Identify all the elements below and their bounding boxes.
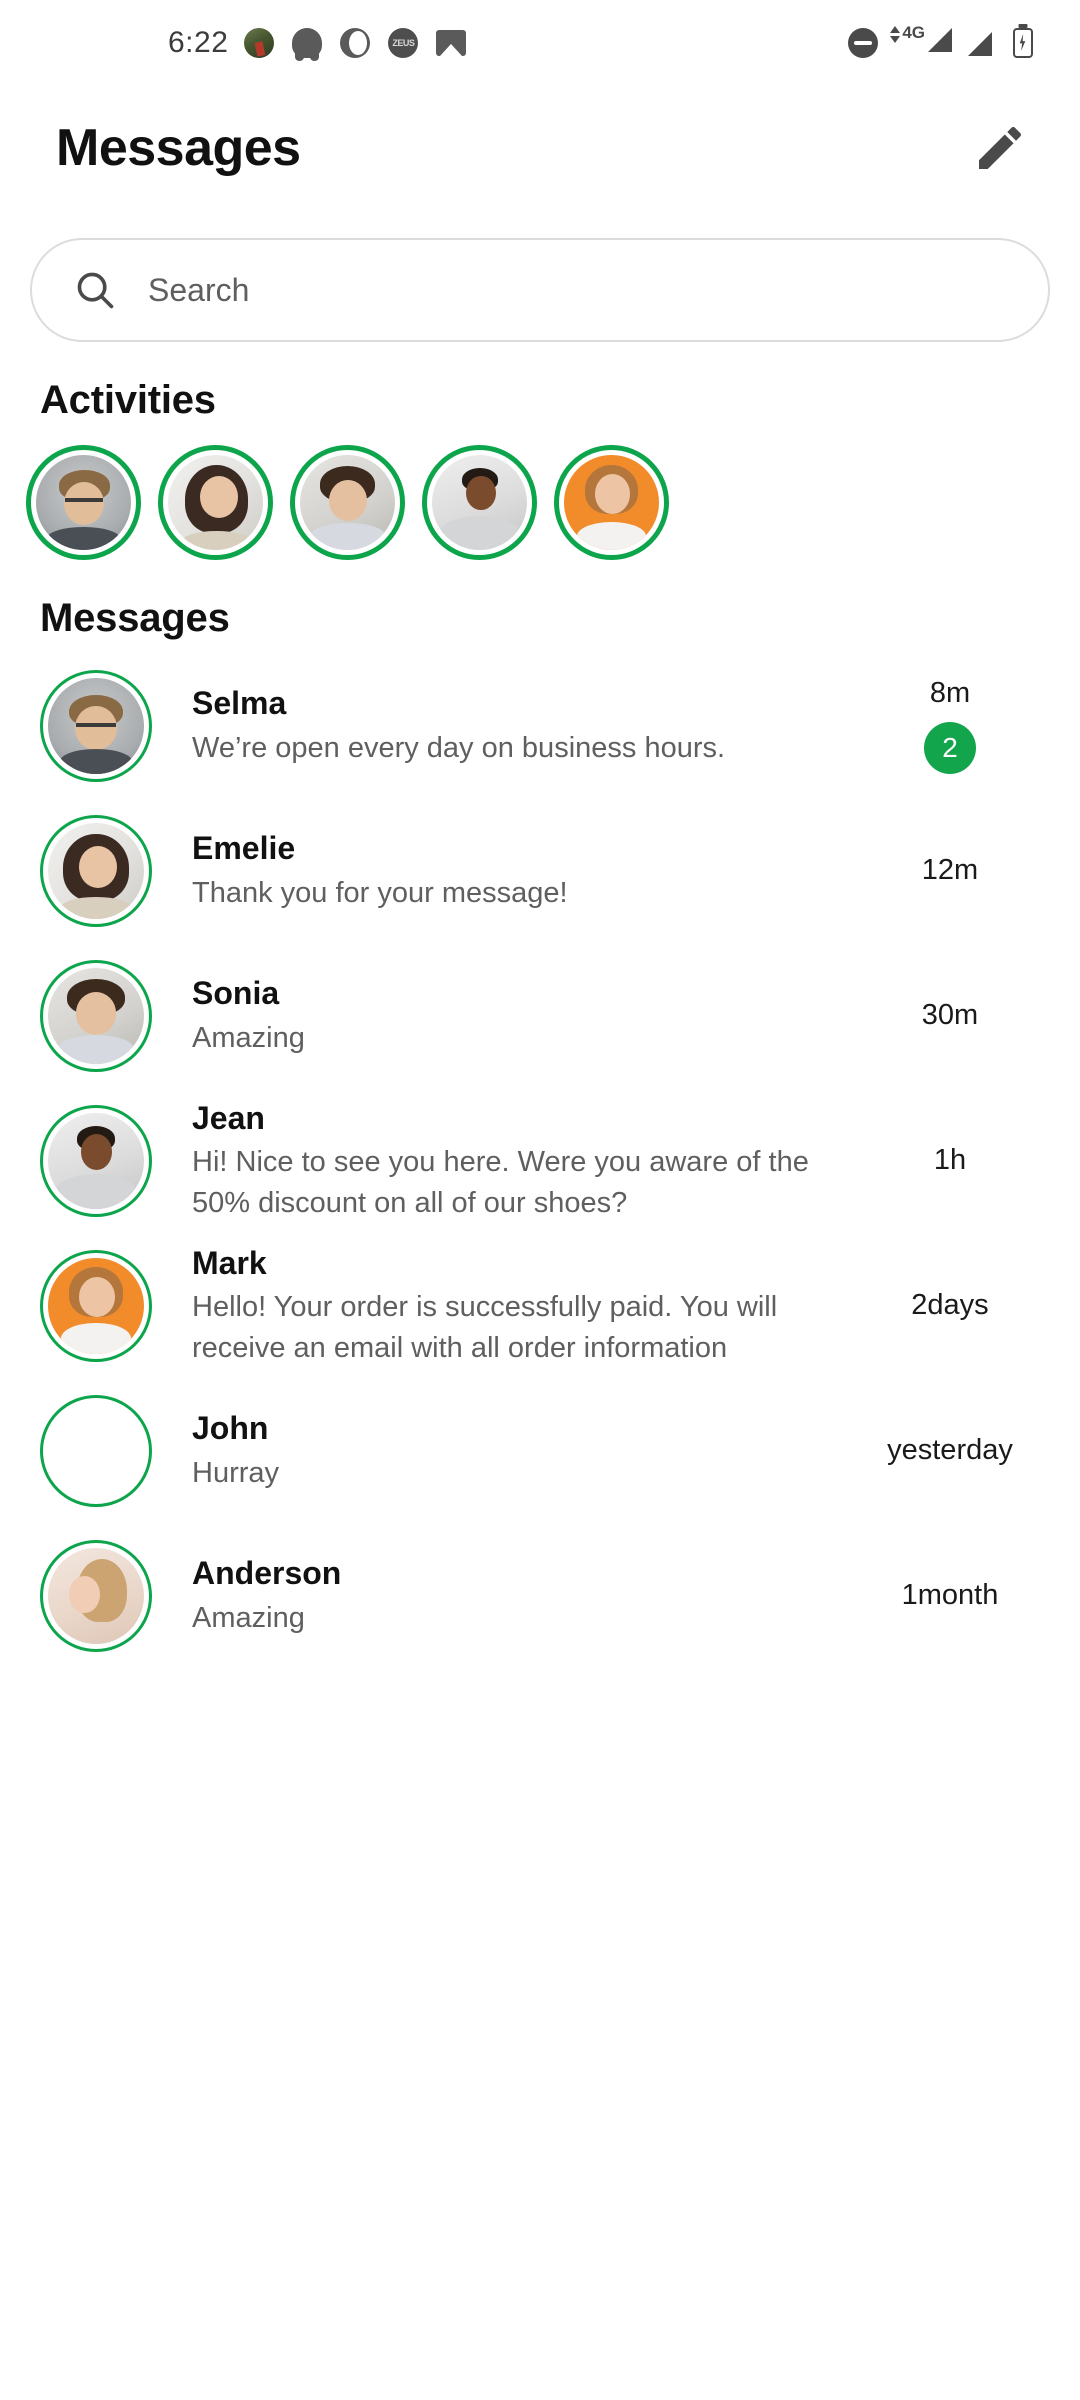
contact-name: Anderson [192, 1555, 342, 1592]
message-meta: 12m [860, 854, 1040, 887]
message-preview: Hello! Your order is successfully paid. … [192, 1290, 778, 1365]
contact-name: Jean [192, 1099, 265, 1136]
contact-name: Sonia [192, 975, 280, 1012]
messages-section-title: Messages [40, 596, 230, 640]
app-bar: Messages [0, 86, 1080, 210]
activity-item[interactable] [26, 445, 141, 560]
message-row[interactable]: Anderson Amazing 1month [0, 1523, 1080, 1668]
message-timestamp: 2days [911, 1289, 989, 1321]
message-row[interactable]: Jean Hi! Nice to see you here. Were you … [0, 1088, 1080, 1233]
message-preview: Amazing [192, 1601, 305, 1634]
message-row[interactable]: Emelie Thank you for your message! 12m [0, 798, 1080, 943]
search-input[interactable]: Search [148, 272, 249, 309]
page-title: Messages [56, 119, 301, 177]
do-not-disturb-icon [846, 26, 880, 60]
message-list: Selma We’re open every day on business h… [0, 641, 1080, 1668]
zeus-icon: ZEUS [386, 26, 420, 60]
avatar[interactable] [40, 1539, 152, 1652]
activity-item[interactable] [422, 445, 537, 560]
avatar [36, 455, 131, 550]
avatar [300, 455, 395, 550]
network-type-label: 4G [902, 23, 925, 42]
message-meta: 1h [860, 1144, 1040, 1177]
message-timestamp: 8m [929, 677, 971, 709]
message-text: Mark Hello! Your order is successfully p… [152, 1242, 860, 1370]
battery-charging-icon [1006, 26, 1040, 60]
activities-list[interactable] [0, 423, 1080, 560]
message-preview: Hi! Nice to see you here. Were you aware… [192, 1145, 809, 1220]
message-text: Anderson Amazing [152, 1552, 860, 1638]
message-meta: 1month [860, 1579, 1040, 1612]
message-row[interactable]: Selma We’re open every day on business h… [0, 653, 1080, 798]
mobile-data-4g-icon: 4G [890, 23, 952, 60]
moon-icon [338, 26, 372, 60]
signal-bars-icon [926, 26, 952, 52]
message-row[interactable]: Mark Hello! Your order is successfully p… [0, 1233, 1080, 1378]
message-timestamp: 1month [901, 1579, 999, 1611]
avatar[interactable] [40, 1249, 152, 1362]
message-meta: 2days [860, 1289, 1040, 1322]
contact-name: Emelie [192, 830, 296, 867]
messages-screen: 6:22 ZEUS 4G Messages Search Activities … [0, 0, 1080, 2400]
photo-icon [242, 26, 276, 60]
message-timestamp: yesterday [887, 1434, 1013, 1466]
avatar[interactable] [40, 959, 152, 1072]
avatar [168, 455, 263, 550]
message-row[interactable]: Sonia Amazing 30m [0, 943, 1080, 1088]
message-preview: We’re open every day on business hours. [192, 731, 726, 764]
activity-item[interactable] [554, 445, 669, 560]
activity-item[interactable] [290, 445, 405, 560]
snapchat-icon [290, 26, 324, 61]
contact-name: Mark [192, 1244, 267, 1281]
message-meta: 8m 2 [860, 677, 1040, 774]
avatar [432, 455, 527, 550]
data-transfer-arrows-icon [890, 26, 901, 43]
message-row[interactable]: John Hurray yesterday [0, 1378, 1080, 1523]
unread-badge: 2 [924, 722, 976, 774]
message-text: John Hurray [152, 1407, 860, 1493]
message-text: Jean Hi! Nice to see you here. Were you … [152, 1097, 860, 1225]
gallery-icon [434, 26, 468, 60]
message-meta: 30m [860, 999, 1040, 1032]
message-timestamp: 30m [921, 999, 979, 1031]
avatar[interactable] [40, 669, 152, 782]
message-preview: Thank you for your message! [192, 876, 568, 909]
message-text: Selma We’re open every day on business h… [152, 682, 860, 768]
signal-icon [962, 26, 996, 60]
message-meta: yesterday [860, 1434, 1040, 1467]
search-section: Search [0, 210, 1080, 342]
activities-section-title: Activities [40, 378, 216, 422]
avatar [564, 455, 659, 550]
message-timestamp: 1h [933, 1144, 967, 1176]
avatar[interactable] [40, 814, 152, 927]
message-preview: Amazing [192, 1021, 305, 1054]
avatar[interactable] [40, 1394, 152, 1507]
status-bar-left: 6:22 ZEUS [0, 26, 468, 61]
message-preview: Hurray [192, 1456, 280, 1489]
compose-message-button[interactable] [968, 116, 1032, 180]
status-clock: 6:22 [168, 26, 229, 59]
status-bar-right: 4G [846, 0, 1040, 86]
activity-item[interactable] [158, 445, 273, 560]
message-text: Sonia Amazing [152, 972, 860, 1058]
status-bar: 6:22 ZEUS 4G [0, 0, 1080, 86]
message-text: Emelie Thank you for your message! [152, 827, 860, 913]
pencil-edit-icon [979, 126, 1022, 169]
contact-name: Selma [192, 685, 287, 722]
search-icon [77, 272, 114, 309]
message-timestamp: 12m [921, 854, 979, 886]
avatar[interactable] [40, 1104, 152, 1217]
search-bar[interactable]: Search [30, 238, 1050, 342]
contact-name: John [192, 1410, 269, 1447]
